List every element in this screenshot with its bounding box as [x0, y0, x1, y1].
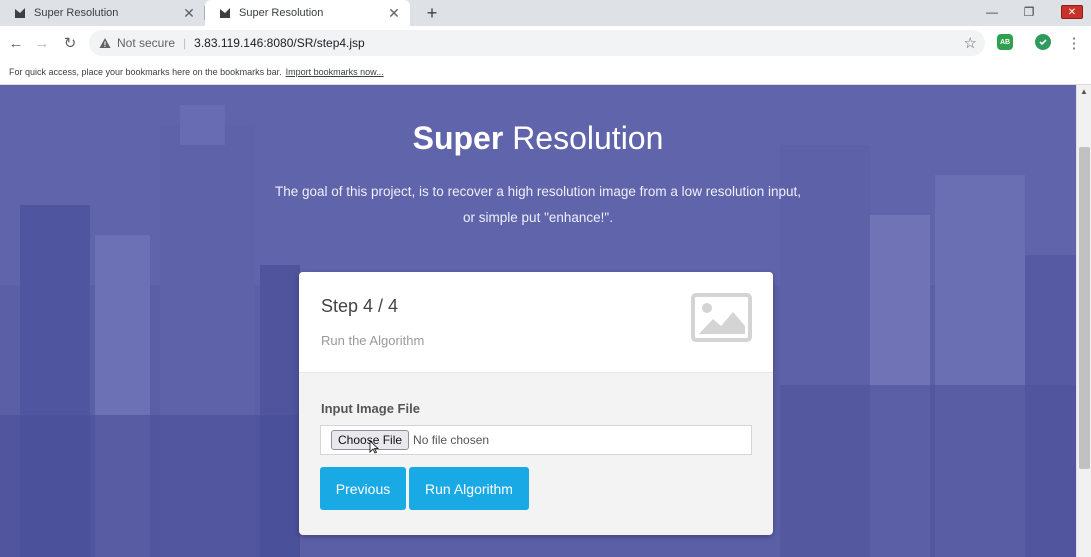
step-title: Step 4 / 4 — [321, 296, 399, 316]
tab-title: Super Resolution — [239, 7, 324, 19]
title-light: Resolution — [512, 120, 664, 156]
run-algorithm-button[interactable]: Run Algorithm — [409, 467, 529, 510]
file-input[interactable]: Choose File No file chosen — [320, 425, 752, 455]
warning-icon[interactable] — [99, 37, 111, 49]
card-header: Step 4 / 4 Run the Algorithm — [299, 272, 773, 373]
project-description: The goal of this project, is to recover … — [238, 179, 838, 231]
previous-button[interactable]: Previous — [320, 467, 406, 510]
page-content: Super Resolution The goal of this projec… — [0, 85, 1076, 557]
menu-icon[interactable]: ⋮ — [1066, 31, 1082, 55]
new-tab-button[interactable]: + — [420, 1, 444, 25]
scroll-up-icon[interactable]: ▲ — [1079, 87, 1089, 97]
input-image-label: Input Image File — [321, 401, 420, 416]
description-line-1: The goal of this project, is to recover … — [274, 184, 802, 199]
scrollbar-thumb[interactable] — [1079, 147, 1090, 469]
description-line-2: or simple put "enhance!". — [463, 210, 613, 225]
bookmarks-bar: For quick access, place your bookmarks h… — [0, 60, 1091, 85]
adblock-extension-icon[interactable]: AB — [997, 34, 1013, 50]
title-bold: Super — [412, 120, 504, 156]
bookmark-star-icon[interactable]: ☆ — [964, 34, 977, 52]
image-placeholder-icon — [691, 293, 752, 342]
reload-icon[interactable]: ↻ — [58, 31, 82, 55]
url-text[interactable]: 3.83.119.146:8080/SR/step4.jsp — [194, 36, 365, 50]
close-icon[interactable]: ✕ — [179, 3, 199, 23]
address-bar[interactable]: Not secure | 3.83.119.146:8080/SR/step4.… — [89, 30, 985, 56]
omnibox-divider: | — [183, 36, 187, 50]
window-close-button[interactable]: ✕ — [1055, 0, 1089, 24]
tab-super-resolution-1[interactable]: Super Resolution ✕ — [0, 0, 205, 26]
favicon-icon — [219, 7, 231, 19]
tab-title: Super Resolution — [34, 7, 119, 19]
browser-toolbar: ← → ↻ Not secure | 3.83.119.146:8080/SR/… — [0, 26, 1091, 60]
close-icon: ✕ — [1061, 5, 1083, 19]
back-arrow-icon[interactable]: ← — [4, 31, 28, 55]
mouse-cursor-icon — [369, 440, 379, 454]
minimize-button[interactable]: — — [975, 0, 1009, 24]
tab-strip: Super Resolution ✕ Super Resolution ✕ + … — [0, 0, 1091, 26]
shield-extension-icon[interactable] — [1035, 34, 1051, 50]
favicon-icon — [14, 7, 26, 19]
tab-super-resolution-2[interactable]: Super Resolution ✕ — [205, 0, 410, 26]
bookmarks-hint: For quick access, place your bookmarks h… — [9, 67, 282, 77]
step-subtitle: Run the Algorithm — [321, 333, 425, 348]
page-title: Super Resolution — [0, 120, 1076, 157]
close-icon[interactable]: ✕ — [384, 3, 404, 23]
step-card: Step 4 / 4 Run the Algorithm Input Image… — [299, 272, 773, 535]
page-scrollbar[interactable]: ▲ — [1076, 85, 1091, 557]
file-status: No file chosen — [413, 433, 490, 447]
restore-button[interactable]: ❐ — [1012, 0, 1046, 24]
security-status: Not secure — [117, 36, 176, 50]
import-bookmarks-link[interactable]: Import bookmarks now... — [286, 67, 384, 77]
forward-arrow-icon[interactable]: → — [30, 31, 54, 55]
